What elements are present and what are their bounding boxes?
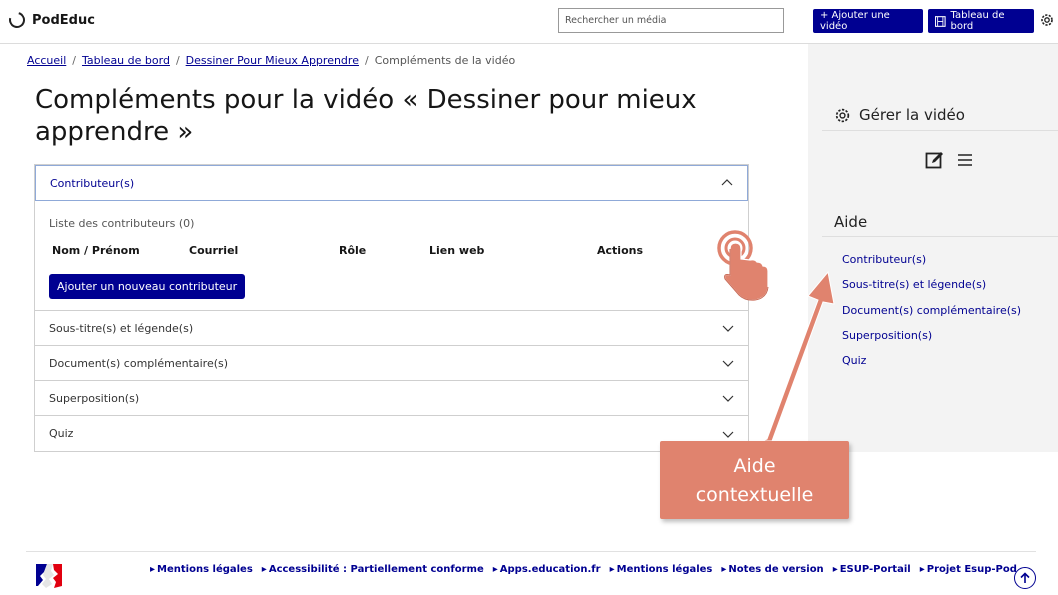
- footer-links: Mentions légales Accessibilité : Partiel…: [150, 564, 1017, 575]
- footer-link-legal-2[interactable]: Mentions légales: [610, 564, 713, 575]
- callout-line-2: contextuelle: [695, 484, 814, 506]
- arrow-up-icon: [1020, 572, 1030, 583]
- footer-link-esup-portail[interactable]: ESUP-Portail: [833, 564, 911, 575]
- footer-link-esup-pod[interactable]: Projet Esup-Pod: [920, 564, 1017, 575]
- republique-francaise-logo: [36, 564, 62, 588]
- footer-link-apps[interactable]: Apps.education.fr: [493, 564, 601, 575]
- callout-arrow: [761, 270, 835, 442]
- footer-link-release-notes[interactable]: Notes de version: [721, 564, 823, 575]
- callout-line-1: Aide: [733, 455, 776, 477]
- footer-link-legal[interactable]: Mentions légales: [150, 564, 253, 575]
- footer-divider: [26, 551, 1036, 552]
- back-to-top-button[interactable]: [1014, 567, 1036, 589]
- footer-link-accessibility[interactable]: Accessibilité : Partiellement conforme: [262, 564, 484, 575]
- contextual-help-callout: Aide contextuelle: [660, 441, 849, 519]
